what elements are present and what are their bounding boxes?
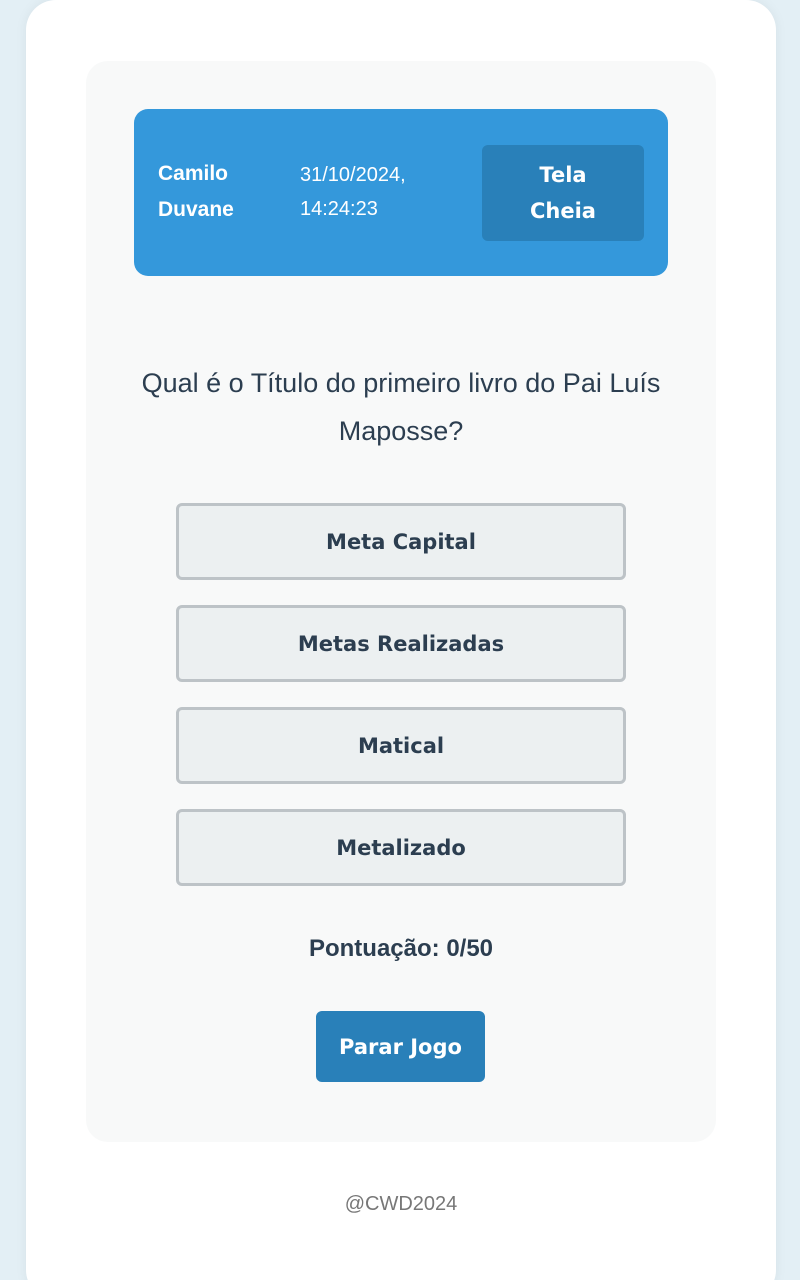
answer-option[interactable]: Meta Capital [176,503,626,580]
question-text: Qual é o Título do primeiro livro do Pai… [141,368,661,446]
quiz-panel: Camilo Duvane 31/10/2024, 14:24:23 Tela … [86,61,716,1142]
header-bar: Camilo Duvane 31/10/2024, 14:24:23 Tela … [134,109,668,276]
score: Pontuação: 0/50 [308,935,494,962]
stop-game-button[interactable]: Parar Jogo [316,1011,485,1082]
answer-option[interactable]: Metas Realizadas [176,605,626,682]
answer-option[interactable]: Metalizado [176,809,626,886]
app-card: Camilo Duvane 31/10/2024, 14:24:23 Tela … [26,0,776,1280]
datetime: 31/10/2024, 14:24:23 [300,164,406,220]
footer-credit: @CWD2024 [344,1193,458,1215]
answer-option[interactable]: Matical [176,707,626,784]
fullscreen-button[interactable]: Tela Cheia [482,145,644,241]
user-name: Camilo Duvane [158,162,234,221]
